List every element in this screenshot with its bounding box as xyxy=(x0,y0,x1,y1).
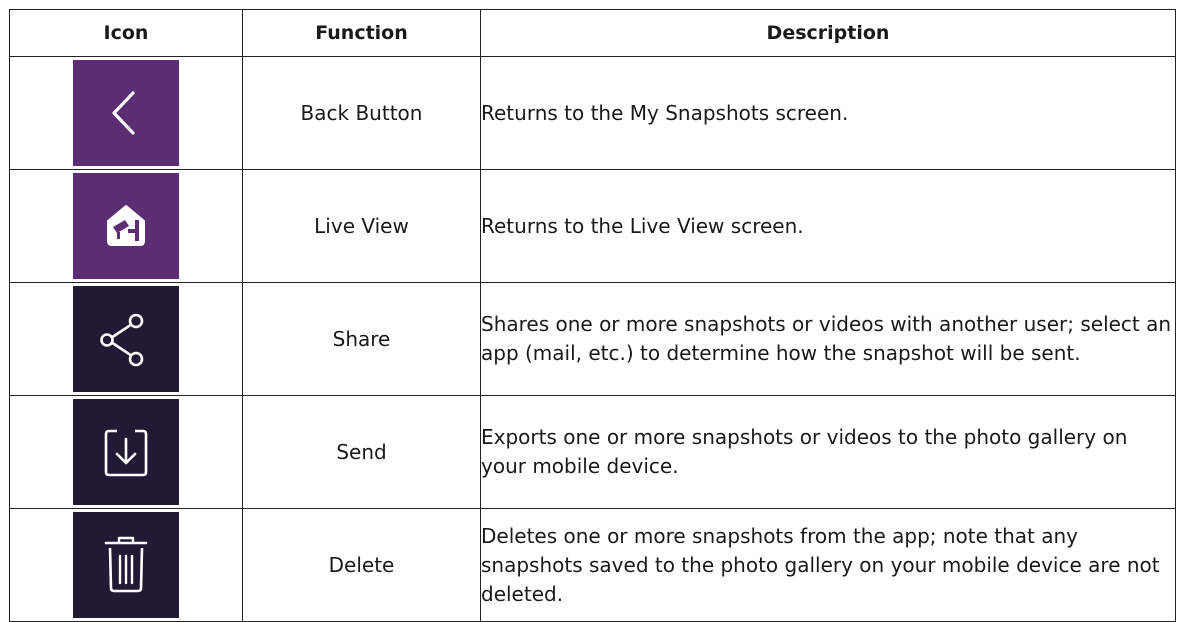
trash-icon xyxy=(73,512,179,618)
icon-cell xyxy=(9,395,243,509)
description-text: Exports one or more snapshots or videos … xyxy=(480,395,1176,509)
function-label: Live View xyxy=(242,169,481,283)
header-row: Icon Function Description xyxy=(9,9,1176,57)
header-icon: Icon xyxy=(9,9,243,57)
description-text: Returns to the Live View screen. xyxy=(480,169,1176,283)
table-row: Back Button Returns to the My Snapshots … xyxy=(9,56,1176,170)
header-description: Description xyxy=(480,9,1176,57)
table-row: Delete Deletes one or more snapshots fro… xyxy=(9,508,1176,622)
function-label: Back Button xyxy=(242,56,481,170)
function-label: Send xyxy=(242,395,481,509)
function-label: Share xyxy=(242,282,481,396)
download-tray-icon xyxy=(73,399,179,505)
header-function: Function xyxy=(242,9,481,57)
share-icon xyxy=(73,286,179,392)
icon-cell xyxy=(9,169,243,283)
description-text: Returns to the My Snapshots screen. xyxy=(480,56,1176,170)
home-camera-icon xyxy=(73,173,179,279)
table-row: Send Exports one or more snapshots or vi… xyxy=(9,395,1176,509)
description-text: Deletes one or more snapshots from the a… xyxy=(480,508,1176,622)
table-row: Share Shares one or more snapshots or vi… xyxy=(9,282,1176,396)
chevron-left-icon xyxy=(73,60,179,166)
icon-cell xyxy=(9,508,243,622)
table-row: Live View Returns to the Live View scree… xyxy=(9,169,1176,283)
function-label: Delete xyxy=(242,508,481,622)
icon-cell xyxy=(9,282,243,396)
icon-function-table: Icon Function Description Back Button Re… xyxy=(9,9,1176,622)
description-text: Shares one or more snapshots or videos w… xyxy=(480,282,1176,396)
icon-cell xyxy=(9,56,243,170)
